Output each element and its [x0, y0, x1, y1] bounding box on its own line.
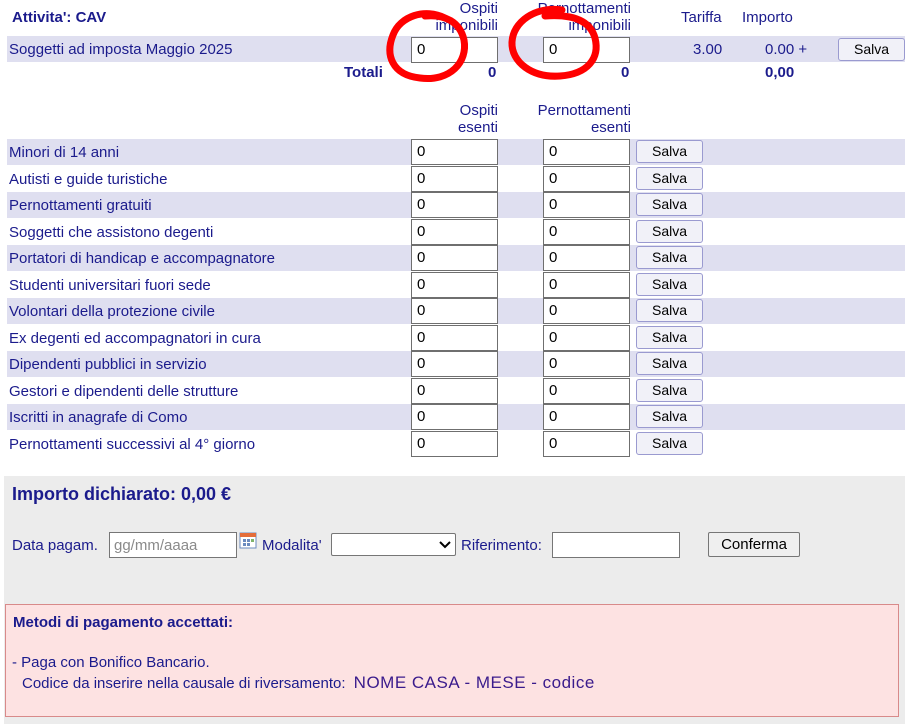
modality-select[interactable]	[331, 533, 456, 556]
modality-label: Modalita'	[262, 537, 322, 554]
ospiti-esenti-input[interactable]: 0	[411, 139, 498, 165]
save-exempt-button[interactable]: Salva	[636, 405, 703, 428]
ospiti-esenti-input[interactable]: 0	[411, 219, 498, 245]
pernottamenti-esenti-input[interactable]: 0	[543, 431, 630, 457]
exempt-row-label: Minori di 14 anni	[9, 144, 120, 161]
pernottamenti-esenti-input[interactable]: 0	[543, 298, 630, 324]
save-exempt-button[interactable]: Salva	[636, 193, 703, 216]
pernottamenti-esenti-input[interactable]: 0	[543, 139, 630, 165]
exempt-row-label: Pernottamenti successivi al 4° giorno	[9, 436, 256, 453]
exempt-row-label: Volontari della protezione civile	[9, 303, 215, 320]
annotation-circle	[508, 5, 600, 80]
save-exempt-button[interactable]: Salva	[636, 273, 703, 296]
save-exempt-button[interactable]: Salva	[636, 379, 703, 402]
ospiti-esenti-input[interactable]: 0	[411, 272, 498, 298]
payment-methods-title: Metodi di pagamento accettati:	[13, 614, 234, 631]
calendar-icon[interactable]	[239, 531, 257, 549]
ospiti-esenti-input[interactable]: 0	[411, 404, 498, 430]
pernottamenti-esenti-input[interactable]: 0	[543, 404, 630, 430]
ospiti-esenti-input[interactable]: 0	[411, 325, 498, 351]
exempt-row-label: Dipendenti pubblici in servizio	[9, 356, 207, 373]
ospiti-esenti-input[interactable]: 0	[411, 298, 498, 324]
exempt-row-label: Ex degenti ed accompagnatori in cura	[9, 330, 261, 347]
exempt-row-label: Iscritti in anagrafe di Como	[9, 409, 188, 426]
annotation-layer	[386, 5, 600, 82]
ospiti-esenti-input[interactable]: 0	[411, 351, 498, 377]
chevron-down-icon	[439, 541, 451, 549]
pernottamenti-esenti-input[interactable]: 0	[543, 272, 630, 298]
exempt-row-label: Gestori e dipendenti delle strutture	[9, 383, 239, 400]
ospiti-esenti-input[interactable]: 0	[411, 192, 498, 218]
save-exempt-button[interactable]: Salva	[636, 299, 703, 322]
exempt-row-label: Pernottamenti gratuiti	[9, 197, 152, 214]
save-exempt-button[interactable]: Salva	[636, 352, 703, 375]
payment-code-value: NOME CASA - MESE - codice	[353, 673, 595, 692]
pernottamenti-esenti-input[interactable]: 0	[543, 378, 630, 404]
payment-code-line: Codice da inserire nella causale di rive…	[22, 674, 595, 691]
payment-method-line: - Paga con Bonifico Bancario.	[12, 654, 210, 671]
date-label: Data pagam.	[12, 537, 98, 554]
ospiti-esenti-input[interactable]: 0	[411, 431, 498, 457]
pernottamenti-esenti-input[interactable]: 0	[543, 245, 630, 271]
pernottamenti-esenti-input[interactable]: 0	[543, 166, 630, 192]
save-exempt-button[interactable]: Salva	[636, 167, 703, 190]
save-exempt-button[interactable]: Salva	[636, 246, 703, 269]
save-exempt-button[interactable]: Salva	[636, 432, 703, 455]
annotation-circle	[386, 10, 469, 82]
ospiti-esenti-input[interactable]: 0	[411, 166, 498, 192]
col-header-line: esenti	[457, 119, 498, 136]
pernottamenti-esenti-input[interactable]: 0	[543, 192, 630, 218]
reference-label: Riferimento:	[461, 537, 542, 554]
pernottamenti-esenti-input[interactable]: 0	[543, 325, 630, 351]
exempt-row-label: Studenti universitari fuori sede	[9, 277, 211, 294]
save-exempt-button[interactable]: Salva	[636, 140, 703, 163]
pernottamenti-esenti-input[interactable]: 0	[543, 219, 630, 245]
exempt-row-label: Soggetti che assistono degenti	[9, 224, 214, 241]
save-exempt-button[interactable]: Salva	[636, 220, 703, 243]
confirm-button[interactable]: Conferma	[708, 532, 800, 557]
exempt-row-label: Autisti e guide turistiche	[9, 171, 168, 188]
ospiti-esenti-input[interactable]: 0	[411, 378, 498, 404]
reference-input[interactable]	[552, 532, 680, 558]
payment-date-input[interactable]: gg/mm/aaaa	[109, 532, 237, 558]
payment-code-prefix: Codice da inserire nella causale di rive…	[22, 675, 346, 692]
ospiti-esenti-input[interactable]: 0	[411, 245, 498, 271]
exempt-row-label: Portatori di handicap e accompagnatore	[9, 250, 276, 267]
col-header-line: esenti	[590, 119, 631, 136]
save-exempt-button[interactable]: Salva	[636, 326, 703, 349]
pernottamenti-esenti-input[interactable]: 0	[543, 351, 630, 377]
declared-amount: Importo dichiarato: 0,00 €	[12, 484, 232, 504]
